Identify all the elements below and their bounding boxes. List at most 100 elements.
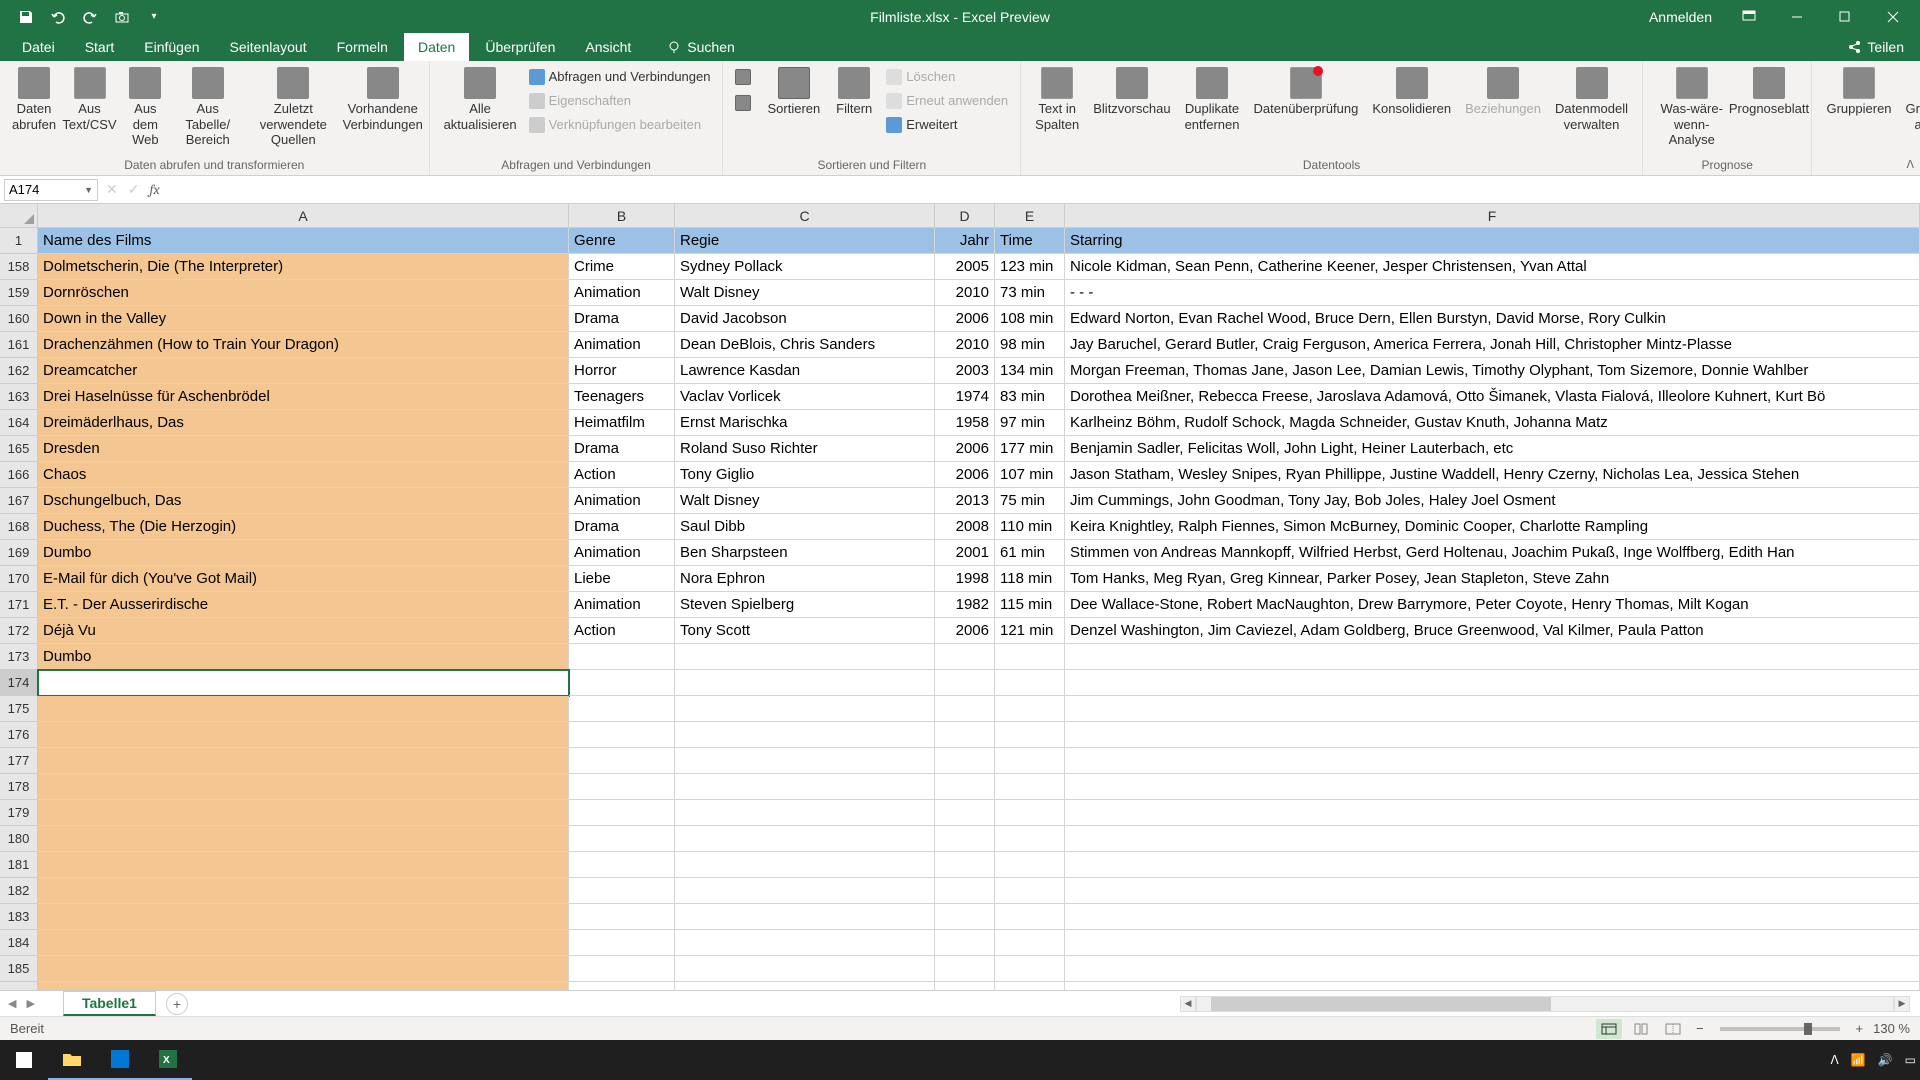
cell[interactable]: Dreamcatcher (38, 358, 569, 384)
cell[interactable]: Crime (569, 254, 675, 280)
sheet-nav-next-icon[interactable]: ▶ (26, 997, 34, 1010)
cell[interactable]: Benjamin Sadler, Felicitas Woll, John Li… (1065, 436, 1920, 462)
cell[interactable]: 1982 (935, 592, 995, 618)
reapply-button[interactable]: Erneut anwenden (882, 89, 1012, 113)
camera-icon[interactable] (108, 3, 136, 31)
cell[interactable] (1065, 722, 1920, 748)
sheet-nav-prev-icon[interactable]: ◀ (8, 997, 16, 1010)
from-web-button[interactable]: Aus dem Web (119, 65, 172, 150)
zoom-out-button[interactable]: − (1692, 1021, 1708, 1036)
cell[interactable] (935, 904, 995, 930)
redo-icon[interactable] (76, 3, 104, 31)
from-table-button[interactable]: Aus Tabelle/ Bereich (174, 65, 242, 150)
cell[interactable]: Edward Norton, Evan Rachel Wood, Bruce D… (1065, 306, 1920, 332)
cell[interactable] (935, 800, 995, 826)
cell[interactable]: Lawrence Kasdan (675, 358, 935, 384)
cell[interactable]: Déjà Vu (38, 618, 569, 644)
row-header[interactable]: 159 (0, 280, 38, 306)
cell[interactable]: Drama (569, 306, 675, 332)
excel-icon[interactable]: X (144, 1040, 192, 1080)
cell[interactable] (38, 956, 569, 982)
cell[interactable] (675, 748, 935, 774)
cell[interactable]: Karlheinz Böhm, Rudolf Schock, Magda Sch… (1065, 410, 1920, 436)
cell[interactable]: Steven Spielberg (675, 592, 935, 618)
row-header[interactable]: 185 (0, 956, 38, 982)
cell[interactable] (1065, 670, 1920, 696)
cell[interactable]: Jim Cummings, John Goodman, Tony Jay, Bo… (1065, 488, 1920, 514)
cell[interactable] (675, 982, 935, 990)
add-sheet-button[interactable]: + (166, 993, 188, 1015)
tray-volume-icon[interactable]: 🔊 (1878, 1053, 1893, 1067)
undo-icon[interactable] (44, 3, 72, 31)
cell[interactable]: Dean DeBlois, Chris Sanders (675, 332, 935, 358)
cell[interactable] (675, 956, 935, 982)
cell[interactable] (935, 956, 995, 982)
tab-daten[interactable]: Daten (404, 33, 469, 61)
zoom-in-button[interactable]: + (1852, 1021, 1868, 1036)
cell[interactable] (569, 774, 675, 800)
cell[interactable] (569, 878, 675, 904)
row-header[interactable]: 165 (0, 436, 38, 462)
row-header[interactable]: 180 (0, 826, 38, 852)
zoom-level[interactable]: 130 % (1873, 1021, 1910, 1036)
advanced-filter-button[interactable]: Erweitert (882, 113, 1012, 137)
header-cell[interactable]: Genre (569, 228, 675, 254)
cell[interactable]: Roland Suso Richter (675, 436, 935, 462)
cell[interactable]: E.T. - Der Ausserirdische (38, 592, 569, 618)
cell[interactable]: Dumbo (38, 540, 569, 566)
get-data-button[interactable]: Daten abrufen (8, 65, 60, 134)
cell[interactable]: Teenagers (569, 384, 675, 410)
row-header[interactable]: 170 (0, 566, 38, 592)
cell[interactable]: Ernst Marischka (675, 410, 935, 436)
cell[interactable]: Keira Knightley, Ralph Fiennes, Simon Mc… (1065, 514, 1920, 540)
signin-button[interactable]: Anmelden (1637, 9, 1724, 25)
tab-seitenlayout[interactable]: Seitenlayout (216, 33, 321, 61)
group-button[interactable]: Gruppieren (1820, 65, 1897, 119)
row-header[interactable]: 186 (0, 982, 38, 990)
cell[interactable] (935, 774, 995, 800)
cell[interactable] (675, 774, 935, 800)
cell[interactable] (935, 930, 995, 956)
cell[interactable]: 123 min (995, 254, 1065, 280)
cell[interactable]: Chaos (38, 462, 569, 488)
qat-customize-icon[interactable]: ▾ (140, 3, 168, 31)
properties-button[interactable]: Eigenschaften (525, 89, 715, 113)
cell[interactable] (995, 956, 1065, 982)
cell[interactable] (935, 982, 995, 990)
sort-desc-button[interactable] (731, 91, 759, 115)
cell[interactable] (38, 800, 569, 826)
cell[interactable] (935, 644, 995, 670)
consolidate-button[interactable]: Konsolidieren (1366, 65, 1457, 119)
cell[interactable] (675, 878, 935, 904)
cell[interactable] (675, 722, 935, 748)
cell[interactable]: 2010 (935, 280, 995, 306)
header-cell[interactable]: Name des Films (38, 228, 569, 254)
row-header[interactable]: 182 (0, 878, 38, 904)
cell[interactable]: 83 min (995, 384, 1065, 410)
row-header[interactable]: 161 (0, 332, 38, 358)
cell[interactable] (935, 696, 995, 722)
maximize-icon[interactable] (1822, 0, 1868, 33)
cell[interactable]: Tony Scott (675, 618, 935, 644)
cell[interactable]: 107 min (995, 462, 1065, 488)
cell[interactable] (38, 852, 569, 878)
cell[interactable] (38, 826, 569, 852)
row-header[interactable]: 177 (0, 748, 38, 774)
column-header[interactable]: F (1065, 204, 1920, 228)
cell[interactable] (569, 826, 675, 852)
cell[interactable]: Drama (569, 436, 675, 462)
sheet-tab[interactable]: Tabelle1 (63, 991, 156, 1016)
accept-formula-icon[interactable]: ✓ (128, 181, 140, 198)
sort-asc-button[interactable] (731, 65, 759, 89)
cell[interactable] (675, 670, 935, 696)
text-to-columns-button[interactable]: Text in Spalten (1029, 65, 1085, 134)
column-header[interactable]: C (675, 204, 935, 228)
cell[interactable] (675, 852, 935, 878)
cell[interactable]: Vaclav Vorlicek (675, 384, 935, 410)
row-header[interactable]: 179 (0, 800, 38, 826)
cell[interactable]: Tony Giglio (675, 462, 935, 488)
row-header[interactable]: 158 (0, 254, 38, 280)
cell[interactable]: 115 min (995, 592, 1065, 618)
cell[interactable]: 2006 (935, 436, 995, 462)
cell[interactable] (569, 748, 675, 774)
